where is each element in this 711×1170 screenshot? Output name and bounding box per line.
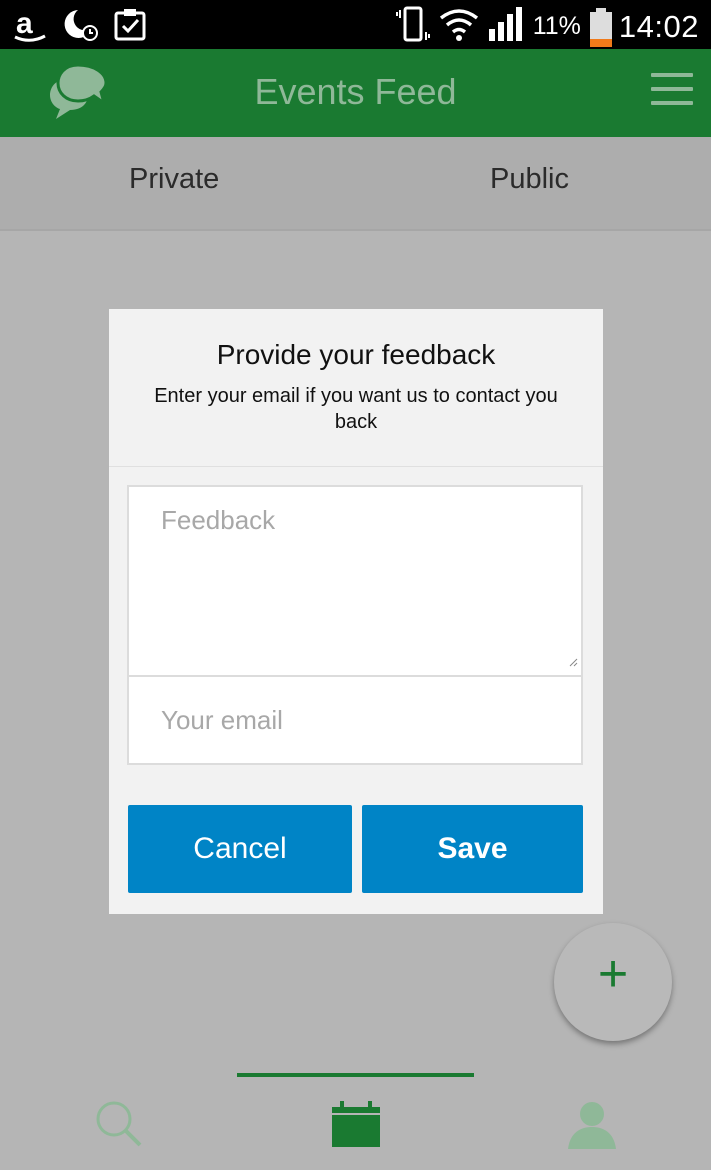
sleep-timer-icon bbox=[62, 6, 100, 47]
menu-icon[interactable] bbox=[651, 73, 693, 107]
bottom-nav bbox=[0, 1073, 711, 1170]
feedback-textarea[interactable]: Feedback bbox=[129, 487, 581, 677]
vibrate-icon bbox=[395, 4, 431, 49]
save-button[interactable]: Save bbox=[362, 805, 583, 893]
battery-icon bbox=[589, 7, 612, 47]
profile-icon[interactable] bbox=[566, 1099, 618, 1156]
clipboard-check-icon bbox=[114, 7, 146, 46]
cancel-button[interactable]: Cancel bbox=[128, 805, 352, 893]
calendar-icon[interactable] bbox=[330, 1099, 382, 1154]
dialog-subtitle: Enter your email if you want us to conta… bbox=[154, 385, 558, 433]
email-placeholder: Your email bbox=[161, 705, 283, 735]
dialog-header: Provide your feedback Enter your email i… bbox=[109, 309, 603, 467]
feedback-dialog: Provide your feedback Enter your email i… bbox=[109, 309, 603, 914]
clock: 14:02 bbox=[618, 8, 699, 44]
tab-private[interactable]: Private bbox=[129, 163, 219, 196]
amazon-icon: a bbox=[12, 6, 48, 47]
battery-percent: 11% bbox=[532, 12, 581, 40]
svg-text:a: a bbox=[16, 7, 33, 40]
tab-bar: Private Public bbox=[0, 137, 711, 231]
wifi-icon bbox=[439, 6, 479, 47]
search-icon[interactable] bbox=[94, 1099, 144, 1154]
dialog-title: Provide your feedback bbox=[216, 339, 496, 370]
add-event-button[interactable]: + bbox=[554, 923, 672, 1041]
plus-icon: + bbox=[597, 945, 629, 1003]
resize-handle-icon[interactable] bbox=[568, 654, 578, 672]
feedback-form: Feedback Your email bbox=[127, 485, 583, 765]
tab-public[interactable]: Public bbox=[490, 163, 569, 196]
feedback-placeholder: Feedback bbox=[161, 505, 276, 535]
selected-tab-indicator bbox=[237, 1073, 474, 1077]
app-bar: Events Feed bbox=[0, 49, 711, 137]
email-field[interactable]: Your email bbox=[129, 675, 581, 763]
page-title: Events Feed bbox=[254, 71, 457, 112]
status-bar: a 11% 14:02 bbox=[0, 0, 711, 49]
signal-icon bbox=[487, 5, 525, 48]
